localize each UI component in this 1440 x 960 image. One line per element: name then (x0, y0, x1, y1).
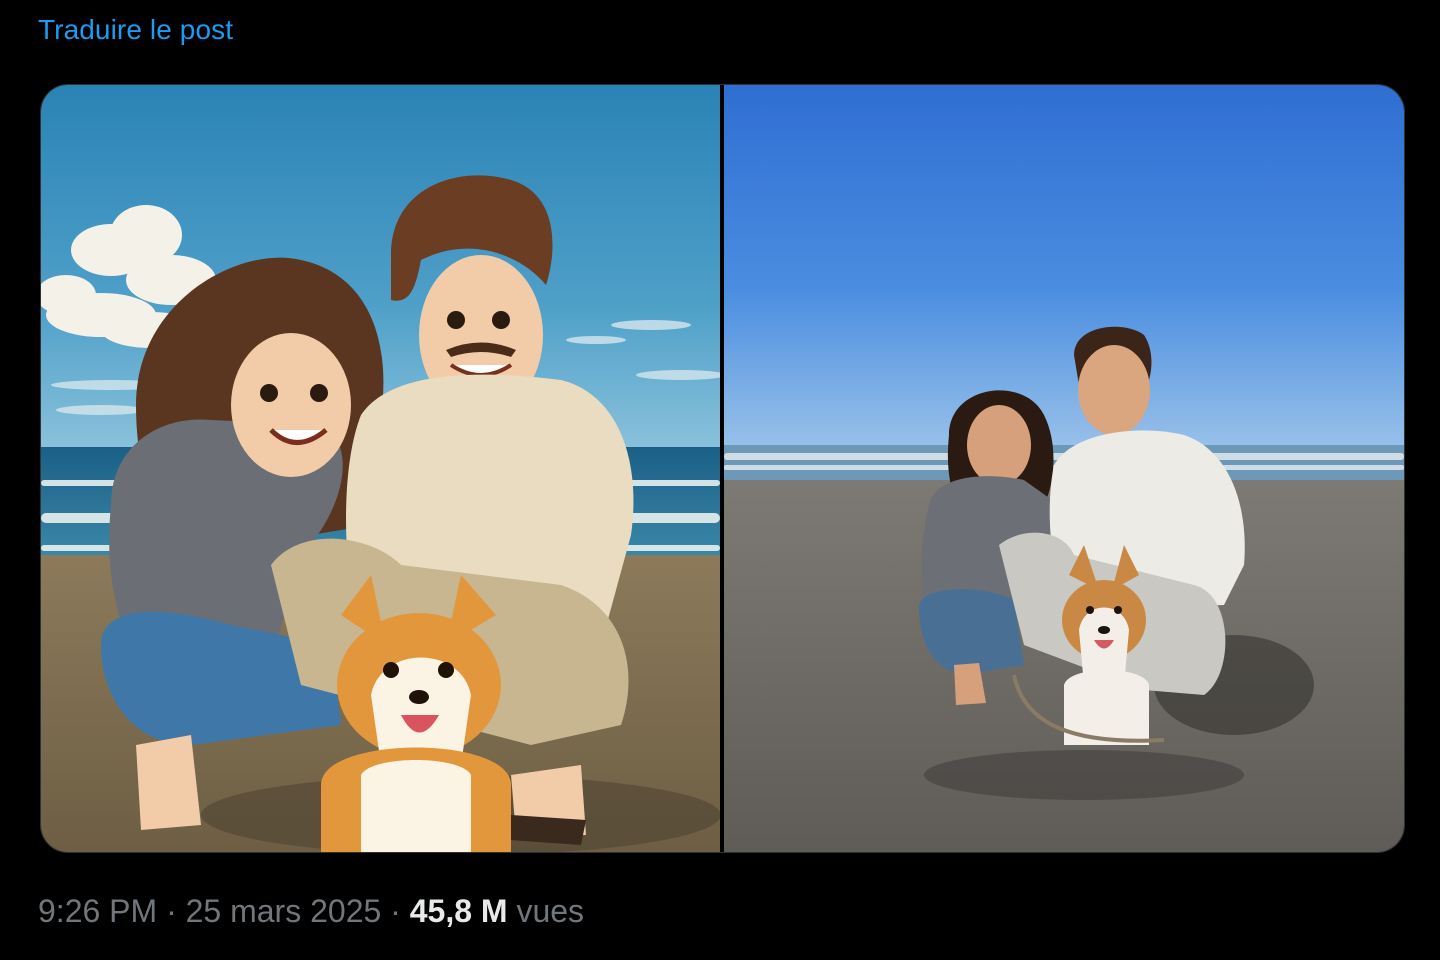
media-image-illustration[interactable] (41, 85, 720, 852)
illustration-image (41, 85, 720, 852)
post-detail: Traduire le post 9:26 PM · 25 mars 2025 … (0, 0, 1440, 960)
post-date[interactable]: 25 mars 2025 (186, 893, 382, 929)
media-grid (40, 84, 1405, 853)
meta-separator: · (390, 893, 401, 929)
views-count: 45,8 M (409, 893, 508, 929)
translate-post-link[interactable]: Traduire le post (38, 14, 233, 46)
media-image-photo[interactable] (724, 85, 1404, 852)
photo-image (724, 85, 1404, 852)
views-label: vues (516, 893, 585, 929)
post-time[interactable]: 9:26 PM (38, 893, 157, 929)
meta-separator: · (166, 893, 177, 929)
post-metadata: 9:26 PM · 25 mars 2025 · 45,8 M vues (38, 893, 584, 930)
